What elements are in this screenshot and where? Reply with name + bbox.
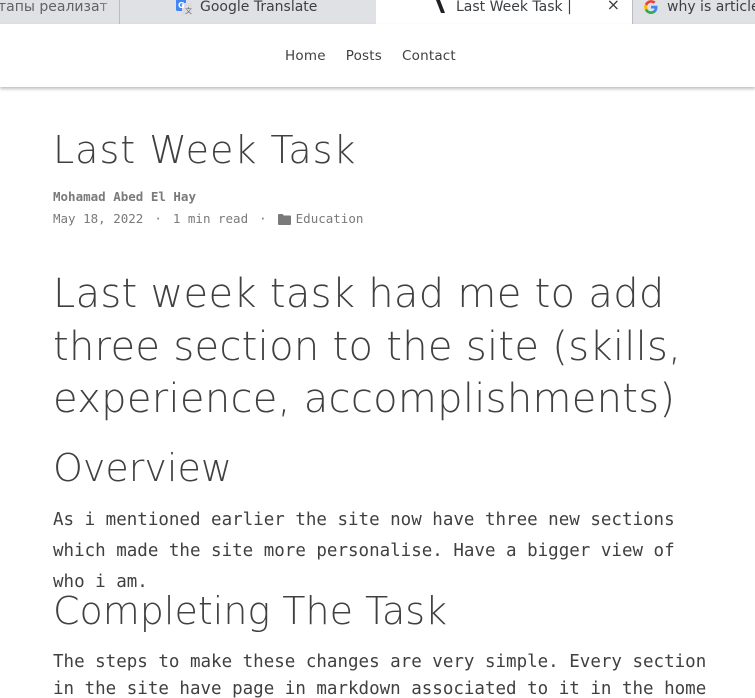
folder-icon xyxy=(277,213,291,225)
read-time: 1 min read xyxy=(172,211,249,226)
page-title: Last Week Task xyxy=(53,128,357,172)
section-heading-overview: Overview xyxy=(53,446,232,490)
browser-tab-google-translate[interactable]: G 文 Google Translate xyxy=(119,0,376,24)
tab-label: Last Week Task | xyxy=(456,0,572,15)
nav-home-link[interactable]: Home xyxy=(285,48,326,64)
nav-posts-link[interactable]: Posts xyxy=(346,48,382,64)
browser-tab-google[interactable]: why is article xyxy=(632,0,755,24)
svg-text:G: G xyxy=(178,1,185,10)
category-link[interactable]: Education xyxy=(296,211,364,226)
tab-label: Google Translate xyxy=(200,0,318,15)
tab-close-icon[interactable]: × xyxy=(607,0,620,13)
site-favicon-icon xyxy=(434,0,446,15)
meta-separator: · xyxy=(259,211,267,226)
lead-heading: Last week task had me to add three secti… xyxy=(53,271,682,422)
browser-tab-1[interactable]: тапы реализат xyxy=(0,0,119,24)
meta-separator: · xyxy=(154,211,162,226)
svg-text:文: 文 xyxy=(185,6,192,15)
google-translate-icon: G 文 xyxy=(176,0,192,15)
site-navbar: Home Posts Contact xyxy=(0,24,755,87)
nav-contact-link[interactable]: Contact xyxy=(402,48,456,64)
browser-tab-strip: тапы реализат G 文 Google Translate Last … xyxy=(0,0,755,24)
google-icon xyxy=(643,0,659,15)
post-meta: May 18, 2022 · 1 min read · Education xyxy=(53,211,363,226)
post-date: May 18, 2022 xyxy=(53,211,144,226)
section-paragraph: The steps to make these changes are very… xyxy=(53,652,707,698)
section-paragraph: As i mentioned earlier the site now have… xyxy=(53,510,675,592)
section-heading-completing: Completing The Task xyxy=(53,589,448,633)
author-name[interactable]: Mohamad Abed El Hay xyxy=(53,189,196,204)
browser-tab-active[interactable]: Last Week Task | × xyxy=(376,0,632,24)
tab-label: тапы реализат xyxy=(0,0,108,15)
tab-label: why is article xyxy=(667,0,755,15)
